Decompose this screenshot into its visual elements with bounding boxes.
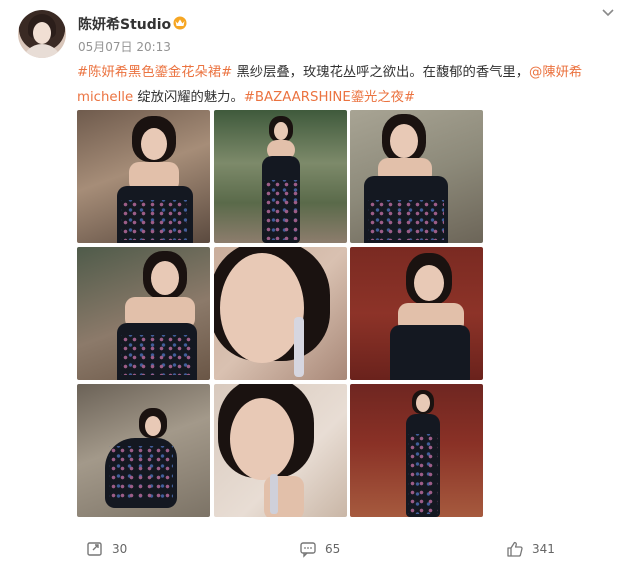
hashtag-link[interactable]: #陈妍希黑色鎏金花朵裙# [77, 65, 232, 80]
post-text: #陈妍希黑色鎏金花朵裙# 黑纱层叠，玫瑰花丛呼之欲出。在馥郁的香气里，@陳妍希m… [77, 60, 607, 110]
chevron-down-icon[interactable] [600, 6, 616, 20]
comment-icon [300, 542, 316, 558]
repost-button[interactable]: 30 [86, 540, 127, 558]
repost-icon [87, 542, 102, 556]
like-icon [507, 541, 523, 557]
post-actions-bar: 30 65 341 [0, 536, 620, 562]
photo-5[interactable] [214, 247, 347, 380]
crown-badge-icon[interactable] [172, 14, 188, 30]
like-button[interactable]: 341 [506, 540, 555, 558]
post-body-text: 绽放闪耀的魅力。 [133, 90, 244, 105]
comment-button[interactable]: 65 [299, 540, 340, 558]
photo-3[interactable] [350, 110, 483, 243]
like-count: 341 [532, 542, 555, 556]
photo-7[interactable] [77, 384, 210, 517]
post-timestamp[interactable]: 05月07日 20:13 [78, 38, 171, 55]
photo-1[interactable] [77, 110, 210, 243]
hashtag-link[interactable]: #BAZAARSHINE鎏光之夜# [244, 90, 415, 105]
avatar-shoulder [22, 44, 62, 58]
photo-4[interactable] [77, 247, 210, 380]
photo-6[interactable] [350, 247, 483, 380]
post-body-text: 黑纱层叠，玫瑰花丛呼之欲出。在馥郁的香气里， [232, 65, 530, 80]
photo-grid [77, 110, 483, 518]
comment-count: 65 [325, 542, 341, 556]
author-name[interactable]: 陈妍希Studio [78, 14, 171, 34]
avatar-face [33, 22, 51, 44]
photo-9[interactable] [350, 384, 483, 517]
weibo-post-card: 陈妍希Studio 05月07日 20:13 #陈妍希黑色鎏金花朵裙# 黑纱层叠… [0, 0, 620, 565]
photo-2[interactable] [214, 110, 347, 243]
avatar[interactable] [18, 10, 66, 58]
repost-count: 30 [112, 542, 128, 556]
photo-8[interactable] [214, 384, 347, 517]
